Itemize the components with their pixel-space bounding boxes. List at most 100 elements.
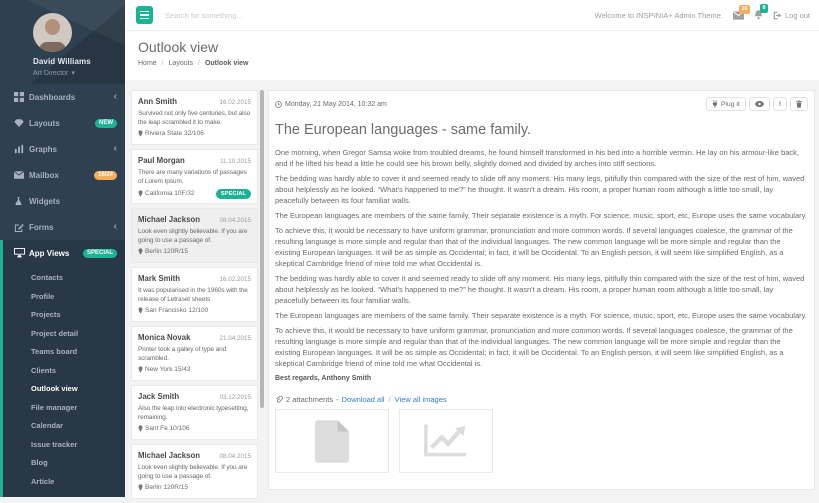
mail-location: Riviera State 32/106 [145,130,204,137]
mail-list: Ann Smith 16.02.2015 Survived not only f… [131,90,258,503]
important-button[interactable]: ! [773,97,787,111]
mail-paragraph: To achieve this, it would be necessary t… [275,325,808,369]
mail-list-scrollbar[interactable] [260,90,264,408]
mail-actions: Plug it ! [706,97,808,111]
mail-date: 16.02.2015 [219,276,251,283]
breadcrumb-current: Outlook view [205,60,249,67]
mail-location: California 10F/32 [145,190,195,197]
mail-preview: It was popularised in the 1960s with the… [138,286,251,305]
map-marker-icon [138,425,143,432]
sidebar-subitem[interactable]: Article [3,473,125,492]
view-all-images-link[interactable]: View all images [395,395,447,404]
mail-paragraph: The European languages are members of th… [275,210,808,221]
attachment-document[interactable] [275,409,389,473]
logout-button[interactable]: Log out [773,11,810,20]
map-marker-icon [138,484,143,491]
breadcrumb-home[interactable]: Home [138,60,157,67]
profile-section: David Williams Art Director ▾ [0,0,125,84]
trash-icon [796,100,802,108]
chart-icon [423,423,469,459]
mail-list-item[interactable]: Monica Novak 21.04.2015 Printer took a g… [131,326,258,381]
sidebar-nav-item[interactable]: Mailbox 16/24 [0,162,125,188]
mail-paragraph: The European languages are members of th… [275,310,808,321]
sidebar-subitem[interactable]: Project detail [3,325,125,344]
map-marker-icon [138,130,143,137]
sidebar-nav-item[interactable]: Forms ‹ [0,214,125,240]
mail-location: San Francisko 12/100 [145,307,208,314]
chevron-left-icon: ‹ [114,92,117,102]
mail-date: 08.04.2015 [219,453,251,460]
mail-date: 03.12.2015 [219,394,251,401]
page-heading: Outlook view Home / Layouts / Outlook vi… [125,31,819,80]
sidebar-subitem[interactable]: Projects [3,306,125,325]
subitem-label: Blog [31,458,48,467]
sidebar-nav-item[interactable]: Graphs ‹ [0,136,125,162]
subitem-label: Outlook view [31,384,78,393]
mail-sender: Monica Novak [138,333,190,342]
attachments-list [275,409,808,473]
sidebar-nav-item[interactable]: Dashboards ‹ [0,84,125,110]
mail-preview: There are many variations of passages of… [138,168,251,187]
sidebar-nav-item[interactable]: App Views SPECIAL [0,240,125,266]
mail-date: 21.04.2015 [219,335,251,342]
messages-menu[interactable]: 16 [733,11,744,20]
bar-chart-icon [14,144,29,154]
sidebar-subitem[interactable]: Clients [3,362,125,381]
desktop-icon [14,248,29,258]
clock-icon [275,101,282,108]
breadcrumb-layouts[interactable]: Layouts [169,60,194,67]
sidebar-subitem[interactable]: Profile [3,288,125,307]
mail-subject: The European languages - same family. [275,122,808,138]
mail-list-item[interactable]: Jack Smith 03.12.2015 Also the leap into… [131,385,258,440]
mail-list-item[interactable]: Michael Jackson 08.04.2015 Look even sli… [131,444,258,499]
mail-list-item[interactable]: Michael Jackson 08.04.2015 Look even sli… [131,208,258,263]
menu-toggle-button[interactable] [136,6,153,24]
download-all-link[interactable]: Download all [342,395,385,404]
notifications-menu[interactable]: 8 [754,10,763,20]
user-role-dropdown[interactable]: Art Director ▾ [33,69,117,77]
plug-it-button[interactable]: Plug it [706,97,746,111]
mail-sender: Michael Jackson [138,215,200,224]
mail-content-panel: Monday, 21 May 2014, 10:32 am Plug it ! … [268,90,815,490]
mail-list-item[interactable]: Paul Morgan 11.10.2015 There are many va… [131,149,258,204]
sidebar-subitem[interactable]: File manager [3,399,125,418]
sidebar-nav: Dashboards ‹ Layouts NEW Graphs ‹ Mailbo… [0,84,125,266]
mail-paragraph: To achieve this, it would be necessary t… [275,225,808,269]
subitem-label: Profile [31,292,54,301]
delete-button[interactable] [790,97,808,111]
sidebar-nav-item[interactable]: Layouts NEW [0,110,125,136]
sidebar-subitem[interactable]: Blog [3,454,125,473]
mail-preview: Survived not only five centuries, but al… [138,109,251,128]
view-button[interactable] [749,97,770,111]
messages-badge: 16 [739,5,750,14]
mail-sender: Paul Morgan [138,156,185,165]
mail-list-item[interactable]: Mark Smith 16.02.2015 It was popularised… [131,267,258,322]
mail-date: 16.02.2015 [219,99,251,106]
subitem-label: Clients [31,366,56,375]
map-marker-icon [138,190,143,197]
plug-icon [712,100,718,108]
nav-badge: 16/24 [94,171,117,180]
attachments-dash: - [336,395,339,404]
sidebar-nav-item[interactable]: Widgets [0,188,125,214]
sidebar-subitem[interactable]: Teams board [3,343,125,362]
nav-item-label: Widgets [29,197,60,206]
paperclip-icon [275,396,283,404]
attachment-image[interactable] [399,409,493,473]
nav-item-label: Layouts [29,119,60,128]
sidebar-subitem[interactable]: Calendar [3,417,125,436]
mail-list-item[interactable]: Ann Smith 16.02.2015 Survived not only f… [131,90,258,145]
sidebar-subitem[interactable]: Outlook view [3,380,125,399]
chevron-left-icon: ‹ [114,144,117,154]
sidebar-subitem[interactable]: Issue tracker [3,436,125,455]
search-input[interactable] [163,10,595,21]
notifications-badge: 8 [760,4,768,13]
mail-sender: Ann Smith [138,97,177,106]
nav-item-label: Graphs [29,145,57,154]
file-icon [315,420,349,463]
sidebar-subitem[interactable]: Contacts [3,269,125,288]
avatar[interactable] [33,13,72,52]
subitem-label: Projects [31,310,61,319]
mail-location: New York 15/43 [145,366,191,373]
nav-badge: NEW [95,119,117,128]
